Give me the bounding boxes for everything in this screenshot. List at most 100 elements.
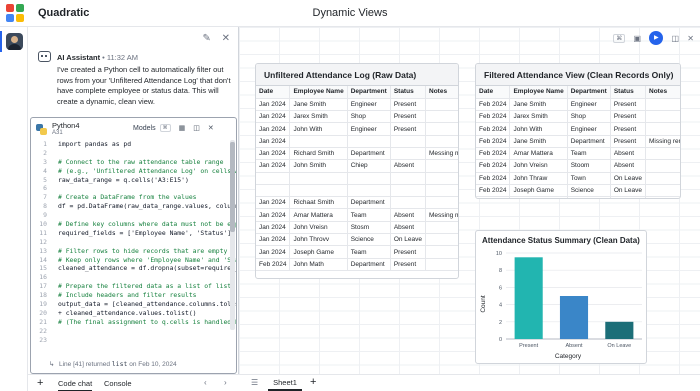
code-line[interactable]: 20 + cleaned_attendance.values.tolist() [31, 309, 236, 318]
chevron-left-icon[interactable]: ‹ [204, 378, 207, 387]
table-cell[interactable]: John Math [289, 258, 348, 271]
calendar-icon[interactable]: ▦ [179, 125, 186, 132]
table-cell[interactable]: Jan 2024 [256, 221, 291, 235]
tab-console[interactable]: Console [104, 379, 132, 388]
table-cell[interactable]: Missing rere [645, 135, 680, 148]
table-cell[interactable]: Department [567, 196, 611, 198]
chevron-right-icon[interactable]: › [224, 378, 227, 387]
table-cell[interactable]: Jan 2024 [256, 208, 291, 222]
table-cell[interactable]: John Math [509, 196, 568, 198]
table-cell[interactable]: John Thraw [509, 172, 568, 185]
table-cell[interactable]: Absent [610, 147, 647, 161]
table-cell[interactable] [425, 110, 458, 124]
table-cell[interactable] [425, 258, 458, 271]
table-cell[interactable]: Engineer [567, 122, 611, 136]
table-cell[interactable]: Feb 2024 [476, 110, 511, 124]
sheet-tab-sheet1[interactable]: Sheet1 [268, 375, 302, 391]
column-header[interactable]: Employee Name [509, 86, 568, 99]
table-cell[interactable] [425, 184, 458, 198]
attendance-chart[interactable]: Attendance Status Summary (Clean Data) 0… [475, 230, 647, 364]
table-cell[interactable]: Shop [567, 110, 611, 124]
code-line[interactable]: 5 raw_data_range = q.cells('A3:E15') [31, 176, 236, 185]
table-cell[interactable]: John Vreisn [509, 159, 568, 173]
table-cell[interactable] [425, 245, 458, 259]
code-line[interactable]: 17 # Prepare the filtered data as a list … [31, 282, 236, 291]
code-line[interactable]: 13 # Filter rows to hide records that are… [31, 247, 236, 256]
split-view-icon[interactable]: ◫ [672, 34, 680, 43]
table-cell[interactable]: Department [347, 258, 391, 271]
add-chat-button[interactable]: + [37, 377, 43, 389]
column-header[interactable]: Date [256, 86, 291, 99]
run-button[interactable]: ▶ [649, 31, 664, 45]
table-cell[interactable]: John With [509, 122, 568, 136]
table-cell[interactable]: Absent [610, 159, 647, 173]
table-cell[interactable]: Jan 2024 [256, 135, 291, 148]
table-cell[interactable] [425, 159, 458, 173]
table-cell[interactable] [645, 196, 680, 198]
table-cell[interactable] [645, 122, 680, 136]
table-cell[interactable]: On Leave [390, 233, 427, 247]
table-cell[interactable]: Jan 2024 [256, 110, 291, 124]
table-cell[interactable]: Jan 2024 [256, 147, 291, 161]
table-cell[interactable] [645, 184, 680, 198]
table-cell[interactable]: Messing mat [425, 208, 458, 222]
code-line[interactable]: 6 [31, 184, 236, 193]
code-line[interactable]: 1 import pandas as pd [31, 140, 236, 149]
column-header[interactable]: Notes [645, 86, 680, 99]
table-cell[interactable]: John Smith [289, 159, 348, 173]
table-cell[interactable]: Richard Smith [289, 147, 348, 161]
table-cell[interactable]: Jane Smith [289, 98, 348, 112]
table-cell[interactable]: Jan 2024 [256, 122, 291, 136]
table-cell[interactable] [390, 196, 427, 210]
table-cell[interactable] [645, 110, 680, 124]
shortcut-icon[interactable]: ⌘ [613, 33, 626, 43]
column-header[interactable]: Department [567, 86, 611, 99]
table-cell[interactable]: Jan 2024 [256, 98, 291, 112]
table-cell[interactable]: Present [610, 135, 647, 148]
table-cell[interactable] [347, 172, 391, 185]
table-cell[interactable]: Jan 2024 [256, 233, 291, 247]
table-cell[interactable] [289, 172, 348, 185]
table-cell[interactable] [425, 135, 458, 148]
table-cell[interactable]: Present [610, 110, 647, 124]
code-line[interactable]: 16 [31, 273, 236, 282]
table-cell[interactable]: Feb 2024 [476, 147, 511, 161]
table-cell[interactable]: Department [567, 135, 611, 148]
table-cell[interactable]: Amar Mattera [289, 208, 348, 222]
table-cell[interactable]: Feb 2024 [476, 122, 511, 136]
table-cell[interactable]: Science [347, 233, 391, 247]
tab-code-chat[interactable]: Code chat [58, 379, 93, 391]
table-cell[interactable]: Chiep [347, 159, 391, 173]
table-cell[interactable]: Richaat Smith [289, 196, 348, 210]
table-cell[interactable]: Present [390, 122, 427, 136]
column-header[interactable]: Status [390, 86, 427, 99]
code-line[interactable]: 12 [31, 238, 236, 247]
close-icon[interactable]: ✕ [687, 34, 694, 43]
table-cell[interactable]: Feb 2024 [476, 184, 511, 198]
table-cell[interactable]: Engineer [347, 122, 391, 136]
table-cell[interactable] [645, 147, 680, 161]
table-cell[interactable]: Feb 2024 [476, 159, 511, 173]
close-cell-icon[interactable]: ✕ [208, 125, 214, 132]
table-cell[interactable]: Town [567, 172, 611, 185]
table-cell[interactable] [645, 172, 680, 185]
table-cell[interactable]: Present [390, 98, 427, 112]
table-cell[interactable]: Science [567, 184, 611, 198]
code-line[interactable]: 15 cleaned_attendance = df.dropna(subset=… [31, 264, 236, 273]
code-scrollbar[interactable] [230, 140, 235, 330]
close-chat-icon[interactable]: ✕ [222, 33, 230, 44]
column-header[interactable]: Date [476, 86, 511, 99]
table-cell[interactable]: Feb 2024 [476, 172, 511, 185]
code-line[interactable]: 11 required_fields = ['Employee Name', 'S… [31, 229, 236, 238]
table-cell[interactable] [425, 172, 458, 185]
table-cell[interactable]: Jane Smith [509, 98, 568, 112]
column-header[interactable]: Department [347, 86, 391, 99]
code-line[interactable]: 2 [31, 149, 236, 158]
table-cell[interactable] [425, 98, 458, 112]
table-cell[interactable]: Absent [390, 208, 427, 222]
table-cell[interactable]: Absent [390, 159, 427, 173]
column-header[interactable]: Employee Name [289, 86, 348, 99]
table-cell[interactable] [390, 147, 427, 161]
panel-layout-icon[interactable]: ◫ [193, 125, 200, 132]
table-cell[interactable]: Team [347, 208, 391, 222]
